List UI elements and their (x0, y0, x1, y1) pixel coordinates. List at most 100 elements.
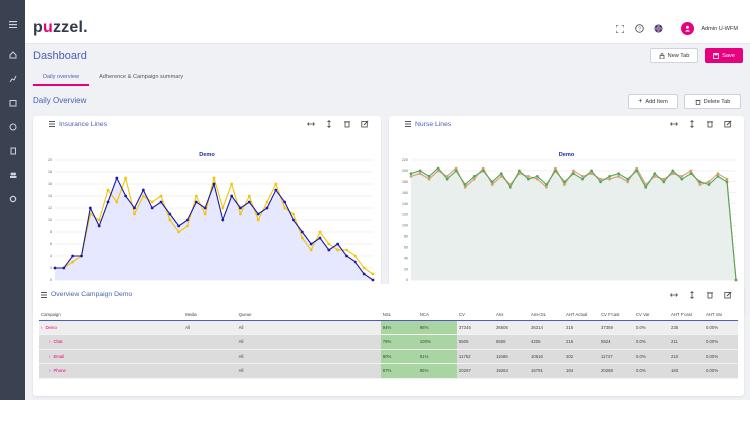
table-cell: 20268 (598, 363, 634, 379)
table-cell: 4206 (528, 334, 564, 350)
column-header[interactable]: Ans (493, 310, 529, 321)
table-cell: 215 (563, 320, 599, 335)
resize-height-icon[interactable] (688, 291, 696, 299)
data-point (212, 176, 216, 180)
data-point (371, 272, 375, 276)
calendar-icon[interactable] (6, 96, 19, 109)
column-header[interactable]: AHT Var (703, 310, 738, 321)
data-point (194, 200, 198, 204)
campaign-name[interactable]: Email (53, 354, 64, 359)
column-header[interactable]: Media (183, 310, 237, 321)
tab-daily-overview[interactable]: Daily overview (33, 72, 90, 86)
document-icon[interactable] (6, 144, 19, 157)
data-point (309, 248, 313, 252)
user-name[interactable]: Admin U-WFM (701, 26, 738, 32)
data-point (221, 218, 225, 222)
y-tick-label: 0 (406, 278, 408, 282)
data-point (535, 177, 539, 181)
data-point (194, 194, 198, 198)
delete-icon[interactable] (706, 291, 714, 299)
table-cell: 0.00% (703, 320, 738, 335)
column-header[interactable]: CV Var (633, 310, 669, 321)
column-header[interactable]: NCA (417, 310, 457, 321)
table-row[interactable]: › Phone All 87% 95% 20267 19264 16791 184 20268 0.… (39, 363, 738, 379)
data-point (274, 182, 278, 186)
table-cell: 94% (380, 320, 418, 335)
puzzel-logo[interactable]: puzzel. (33, 19, 88, 37)
new-tab-button[interactable]: New Tab (650, 48, 698, 63)
edit-icon[interactable] (724, 291, 732, 299)
data-point (265, 200, 269, 204)
table-cell: 16791 (528, 363, 564, 379)
data-point (581, 177, 584, 181)
card-actions (670, 291, 732, 299)
table-cell: › Email (39, 349, 184, 364)
campaign-name[interactable]: Chat (53, 339, 62, 344)
table-row[interactable]: › Chat All 79% 100% 5506 5506 4206 216 5524 0.0% 21… (39, 334, 738, 350)
table-cell: 87% (380, 363, 418, 379)
resize-width-icon[interactable] (670, 291, 678, 299)
table-cell: 0.0% (633, 349, 669, 364)
table-cell: 36606 (493, 320, 529, 335)
user-avatar[interactable] (681, 22, 695, 35)
chevron-right-icon[interactable]: › (49, 368, 50, 373)
table-row[interactable]: › Email All 90% 91% 11752 11686 10616 202 11747 0.… (39, 349, 738, 364)
tab-adherence-campaign[interactable]: Adherence & Campaign summary (89, 72, 193, 86)
menu-icon[interactable] (6, 18, 19, 31)
help-icon[interactable]: ? (633, 23, 645, 35)
table-cell: 90% (380, 349, 418, 364)
data-point (247, 194, 251, 198)
table-row[interactable]: › Demo All All 94% 98% 37345 36606 36314 215 37359… (39, 320, 738, 335)
column-header[interactable]: Ans<SL (528, 310, 564, 321)
drag-handle-icon[interactable] (41, 292, 47, 298)
column-header[interactable]: CV F'cast (598, 310, 634, 321)
chevron-right-icon[interactable]: › (49, 354, 50, 359)
data-point (133, 206, 136, 210)
data-point (581, 174, 584, 178)
save-icon (713, 52, 720, 59)
column-header[interactable]: Queue (236, 310, 381, 321)
add-item-button[interactable]: + Add Item (628, 94, 678, 109)
data-point (499, 172, 503, 176)
data-point (427, 177, 431, 181)
data-point (608, 174, 612, 178)
table-cell: 211 (668, 334, 704, 350)
data-point (418, 169, 422, 173)
column-header[interactable]: AHT F'cast (668, 310, 704, 321)
data-point (454, 169, 458, 173)
chevron-right-icon[interactable]: › (49, 339, 50, 344)
chevron-right-icon[interactable]: › (41, 325, 42, 330)
chart-icon[interactable] (6, 72, 19, 85)
column-header[interactable]: NSL (380, 310, 418, 321)
data-point (535, 174, 539, 178)
plus-icon: + (638, 98, 643, 105)
new-tab-label: New Tab (667, 52, 690, 59)
fullscreen-icon[interactable] (614, 23, 626, 35)
home-icon[interactable] (6, 48, 19, 61)
currency-icon[interactable] (6, 120, 19, 133)
area-fill (411, 168, 736, 280)
settings-icon[interactable] (6, 192, 19, 205)
table-cell: › Chat (39, 334, 184, 350)
data-point (617, 174, 621, 178)
table-cell: 0.00% (703, 334, 738, 350)
uk-flag-icon[interactable] (652, 23, 664, 35)
card-title: Overview Campaign Demo (51, 291, 133, 298)
data-point (318, 230, 322, 234)
y-tick-label: 20 (404, 267, 408, 271)
data-point (124, 176, 128, 180)
data-point (707, 183, 711, 186)
campaign-name[interactable]: Demo (45, 325, 56, 330)
campaign-name[interactable]: Phone (53, 368, 65, 373)
column-header[interactable]: CV (456, 310, 494, 321)
column-header[interactable]: AHT Actual (563, 310, 599, 321)
users-icon[interactable] (6, 168, 19, 181)
data-point (265, 206, 269, 210)
column-header[interactable]: Campaign (39, 310, 184, 321)
table-cell: All (236, 349, 381, 364)
delete-tab-button[interactable]: Delete Tab (684, 94, 741, 109)
y-tick-label: 40 (404, 256, 408, 260)
save-button[interactable]: Save (705, 48, 743, 63)
table-cell: 10616 (528, 349, 564, 364)
data-point (71, 260, 75, 264)
